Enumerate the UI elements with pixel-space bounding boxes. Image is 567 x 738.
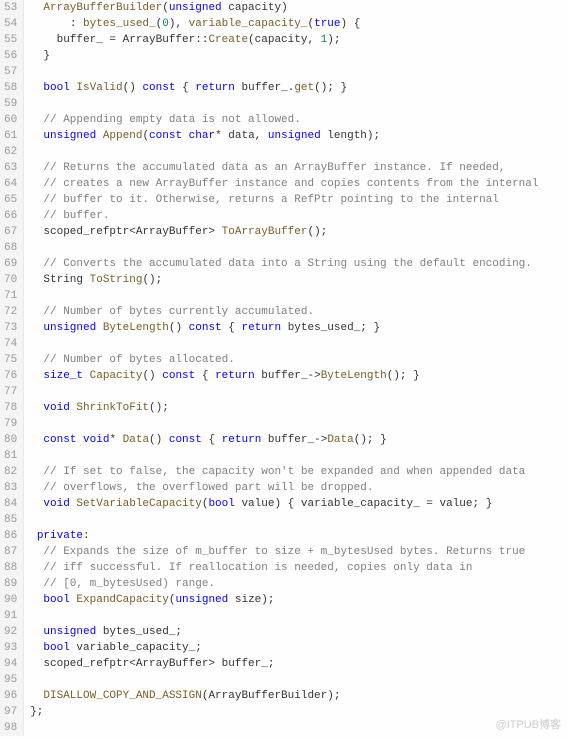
line-number: 58 xyxy=(4,80,17,96)
line-number: 56 xyxy=(4,48,17,64)
code-line: : bytes_used_(0), variable_capacity_(tru… xyxy=(30,16,567,32)
code-line: // buffer to it. Otherwise, returns a Re… xyxy=(30,192,567,208)
code-line xyxy=(30,672,567,688)
code-line xyxy=(30,64,567,80)
code-line: ArrayBufferBuilder(unsigned capacity) xyxy=(30,0,567,16)
line-number: 62 xyxy=(4,144,17,160)
line-number: 88 xyxy=(4,560,17,576)
code-line: String ToString(); xyxy=(30,272,567,288)
line-number: 79 xyxy=(4,416,17,432)
line-number: 82 xyxy=(4,464,17,480)
code-line xyxy=(30,288,567,304)
line-number: 70 xyxy=(4,272,17,288)
code-line xyxy=(30,512,567,528)
line-number: 91 xyxy=(4,608,17,624)
code-line: bool variable_capacity_; xyxy=(30,640,567,656)
code-line: } xyxy=(30,48,567,64)
line-number: 59 xyxy=(4,96,17,112)
code-line: // [0, m_bytesUsed) range. xyxy=(30,576,567,592)
line-number: 77 xyxy=(4,384,17,400)
code-line: // Appending empty data is not allowed. xyxy=(30,112,567,128)
code-area: ArrayBufferBuilder(unsigned capacity) : … xyxy=(24,0,567,736)
code-line: unsigned bytes_used_; xyxy=(30,624,567,640)
line-number: 76 xyxy=(4,368,17,384)
line-number: 98 xyxy=(4,720,17,736)
line-number: 61 xyxy=(4,128,17,144)
code-line: // Expands the size of m_buffer to size … xyxy=(30,544,567,560)
line-number: 64 xyxy=(4,176,17,192)
line-number: 68 xyxy=(4,240,17,256)
line-number: 73 xyxy=(4,320,17,336)
code-line: // buffer. xyxy=(30,208,567,224)
line-number: 63 xyxy=(4,160,17,176)
code-line: }; xyxy=(30,704,567,720)
line-number: 74 xyxy=(4,336,17,352)
code-line: bool ExpandCapacity(unsigned size); xyxy=(30,592,567,608)
watermark-text: @ITPUB博客 xyxy=(495,716,561,732)
line-number: 65 xyxy=(4,192,17,208)
line-number: 96 xyxy=(4,688,17,704)
code-line xyxy=(30,336,567,352)
code-line: // Returns the accumulated data as an Ar… xyxy=(30,160,567,176)
line-number: 81 xyxy=(4,448,17,464)
code-line xyxy=(30,720,567,736)
code-line: scoped_refptr<ArrayBuffer> ToArrayBuffer… xyxy=(30,224,567,240)
line-number: 86 xyxy=(4,528,17,544)
code-line: bool IsValid() const { return buffer_.ge… xyxy=(30,80,567,96)
code-line: void ShrinkToFit(); xyxy=(30,400,567,416)
line-number: 84 xyxy=(4,496,17,512)
line-number: 78 xyxy=(4,400,17,416)
line-number: 80 xyxy=(4,432,17,448)
line-number: 55 xyxy=(4,32,17,48)
line-number: 72 xyxy=(4,304,17,320)
code-container: 5354555657585960616263646566676869707172… xyxy=(0,0,567,736)
line-number: 66 xyxy=(4,208,17,224)
line-number: 71 xyxy=(4,288,17,304)
line-number: 67 xyxy=(4,224,17,240)
code-line: void SetVariableCapacity(bool value) { v… xyxy=(30,496,567,512)
code-line: unsigned Append(const char* data, unsign… xyxy=(30,128,567,144)
code-line xyxy=(30,448,567,464)
code-line: size_t Capacity() const { return buffer_… xyxy=(30,368,567,384)
code-line xyxy=(30,416,567,432)
code-line: scoped_refptr<ArrayBuffer> buffer_; xyxy=(30,656,567,672)
line-number-gutter: 5354555657585960616263646566676869707172… xyxy=(0,0,24,736)
line-number: 92 xyxy=(4,624,17,640)
code-line xyxy=(30,608,567,624)
line-number: 93 xyxy=(4,640,17,656)
code-line: // Number of bytes currently accumulated… xyxy=(30,304,567,320)
code-line: // overflows, the overflowed part will b… xyxy=(30,480,567,496)
code-line: DISALLOW_COPY_AND_ASSIGN(ArrayBufferBuil… xyxy=(30,688,567,704)
code-line: // Converts the accumulated data into a … xyxy=(30,256,567,272)
line-number: 53 xyxy=(4,0,17,16)
line-number: 83 xyxy=(4,480,17,496)
line-number: 95 xyxy=(4,672,17,688)
code-line xyxy=(30,144,567,160)
line-number: 97 xyxy=(4,704,17,720)
code-line xyxy=(30,240,567,256)
code-line: // iff successful. If reallocation is ne… xyxy=(30,560,567,576)
code-line: // creates a new ArrayBuffer instance an… xyxy=(30,176,567,192)
line-number: 69 xyxy=(4,256,17,272)
code-line: // If set to false, the capacity won't b… xyxy=(30,464,567,480)
line-number: 75 xyxy=(4,352,17,368)
line-number: 85 xyxy=(4,512,17,528)
line-number: 57 xyxy=(4,64,17,80)
code-line: unsigned ByteLength() const { return byt… xyxy=(30,320,567,336)
line-number: 89 xyxy=(4,576,17,592)
code-line: // Number of bytes allocated. xyxy=(30,352,567,368)
line-number: 90 xyxy=(4,592,17,608)
line-number: 60 xyxy=(4,112,17,128)
code-line xyxy=(30,96,567,112)
code-line: buffer_ = ArrayBuffer::Create(capacity, … xyxy=(30,32,567,48)
code-line: const void* Data() const { return buffer… xyxy=(30,432,567,448)
line-number: 87 xyxy=(4,544,17,560)
code-line: private: xyxy=(30,528,567,544)
line-number: 54 xyxy=(4,16,17,32)
line-number: 94 xyxy=(4,656,17,672)
code-line xyxy=(30,384,567,400)
